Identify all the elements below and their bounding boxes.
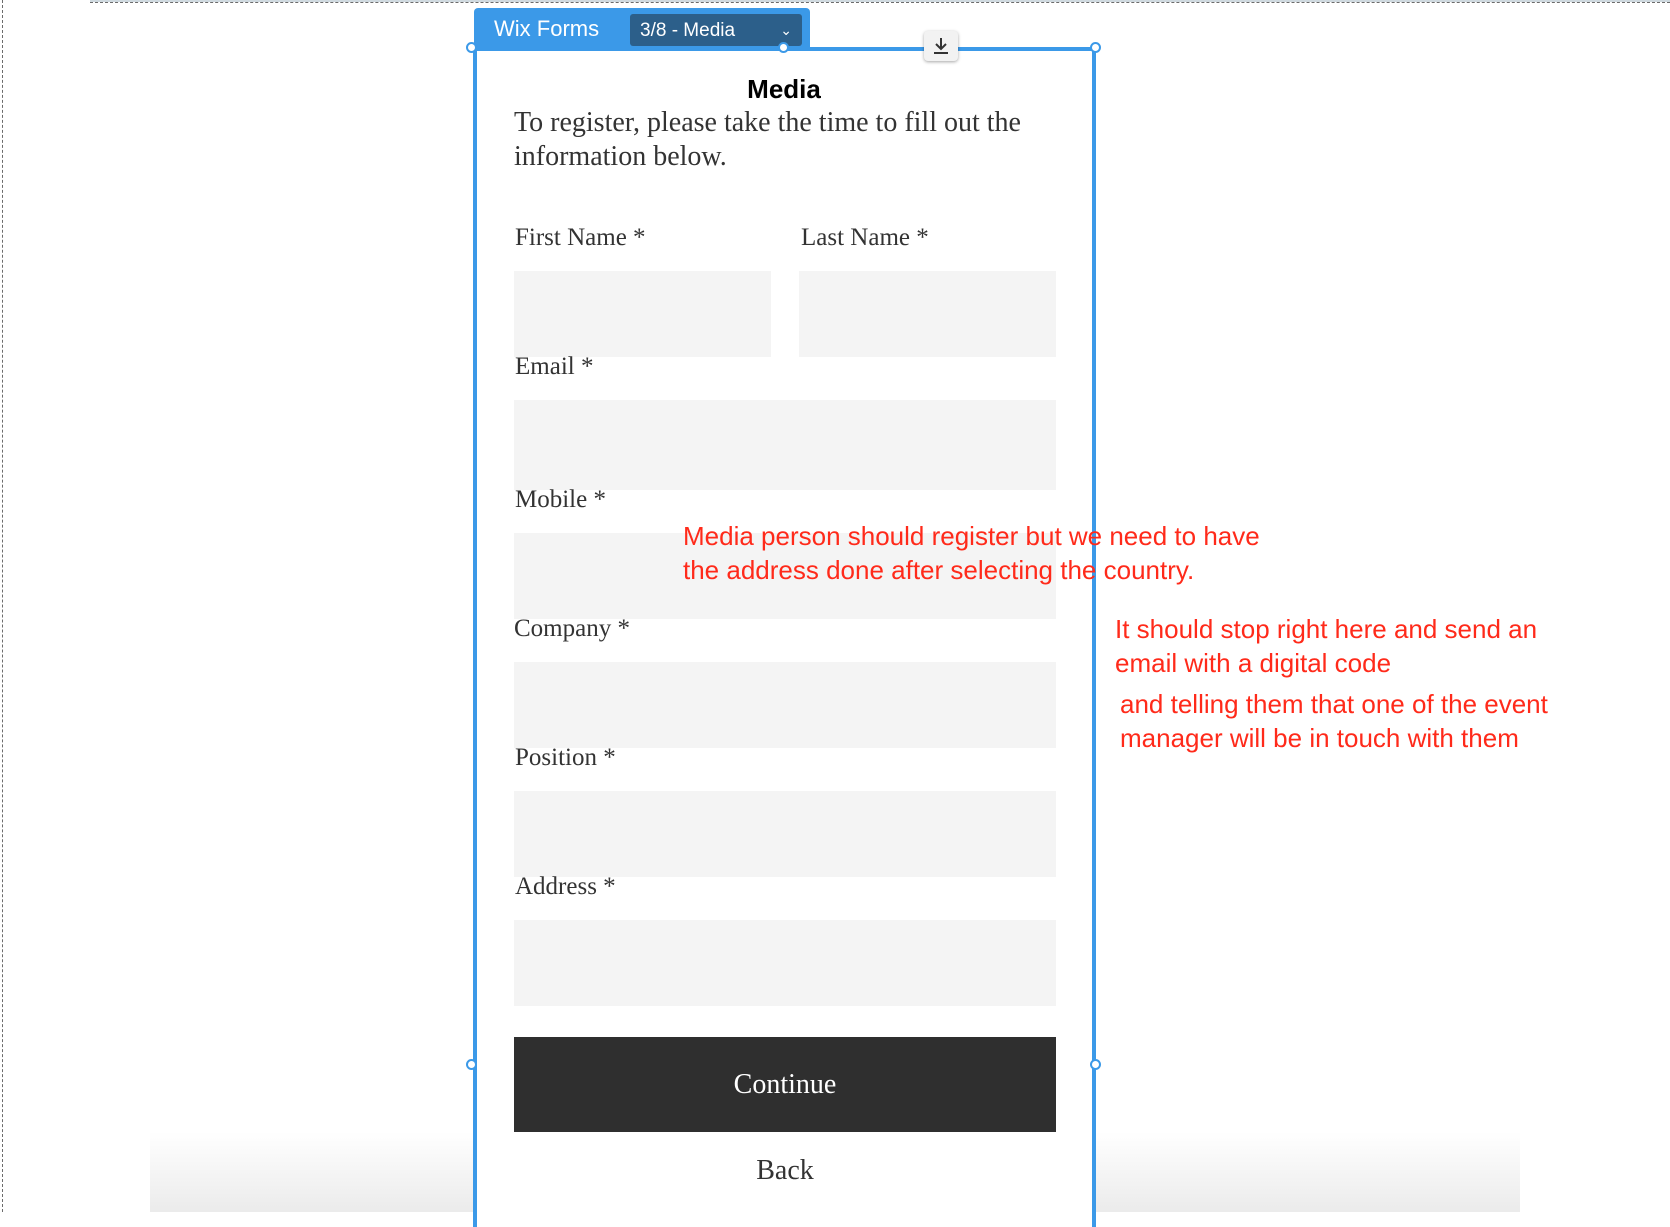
email-label: Email * (515, 353, 594, 380)
email-field[interactable] (514, 400, 1056, 490)
resize-handle-mid-left[interactable] (466, 1059, 477, 1070)
download-icon (934, 38, 948, 54)
company-label: Company * (514, 615, 630, 642)
first-name-label: First Name * (515, 224, 646, 251)
annotation-note-3: and telling them that one of the event m… (1120, 687, 1548, 755)
annotation-note-2-line-2: email with a digital code (1115, 648, 1392, 678)
annotation-note-2: It should stop right here and send an em… (1115, 612, 1537, 680)
chevron-down-icon: ⌄ (780, 22, 792, 38)
form-widget-tag[interactable]: Wix Forms 3/8 - Media ⌄ (474, 8, 810, 48)
resize-handle-top-left[interactable] (466, 42, 477, 53)
last-name-label: Last Name * (801, 224, 929, 251)
resize-handle-top-center[interactable] (778, 42, 789, 53)
company-field[interactable] (514, 662, 1056, 748)
address-field[interactable] (514, 920, 1056, 1006)
position-label: Position * (515, 744, 616, 771)
editor-guide-top (90, 2, 1670, 3)
mobile-label: Mobile * (515, 486, 606, 513)
resize-handle-top-right[interactable] (1090, 42, 1101, 53)
step-selector-dropdown[interactable]: 3/8 - Media ⌄ (630, 14, 802, 46)
annotation-note-1: Media person should register but we need… (683, 519, 1260, 587)
back-button[interactable]: Back (514, 1155, 1056, 1187)
resize-handle-mid-right[interactable] (1090, 1059, 1101, 1070)
position-field[interactable] (514, 791, 1056, 877)
editor-guide-left (2, 0, 3, 1212)
first-name-field[interactable] (514, 271, 771, 357)
address-label: Address * (515, 873, 616, 900)
form-title: Media (747, 74, 821, 104)
annotation-note-3-line-2: manager will be in touch with them (1120, 723, 1519, 753)
continue-button[interactable]: Continue (514, 1037, 1056, 1132)
download-button[interactable] (924, 31, 958, 61)
annotation-note-1-line-2: the address done after selecting the cou… (683, 555, 1195, 585)
widget-app-name: Wix Forms (494, 16, 600, 41)
annotation-note-3-line-1: and telling them that one of the event (1120, 689, 1548, 719)
form-intro-text: To register, please take the time to fil… (514, 107, 1021, 172)
annotation-note-2-line-1: It should stop right here and send an (1115, 614, 1538, 644)
step-selector-value: 3/8 - Media (640, 20, 736, 41)
last-name-field[interactable] (799, 271, 1056, 357)
annotation-note-1-line-1: Media person should register but we need… (683, 521, 1260, 551)
